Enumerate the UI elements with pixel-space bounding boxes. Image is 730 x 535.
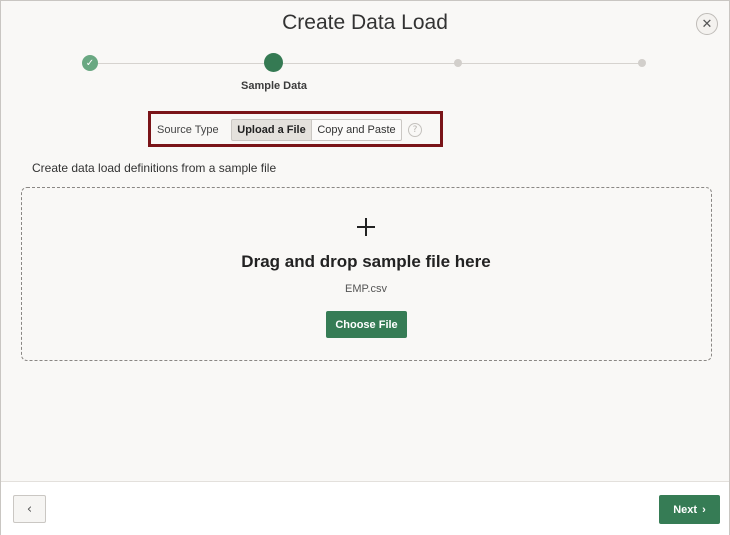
wizard-step-current: [264, 53, 283, 72]
help-icon[interactable]: ?: [408, 123, 422, 137]
wizard-progress-line: [90, 63, 642, 64]
create-data-load-dialog: Create Data Load ✕ ✓ Sample Data Source …: [0, 0, 730, 535]
close-button[interactable]: ✕: [696, 13, 718, 35]
upload-file-option[interactable]: Upload a File: [231, 119, 312, 141]
dropzone-title: Drag and drop sample file here: [241, 252, 491, 271]
source-type-label: Source Type: [157, 124, 219, 136]
plus-icon: [356, 217, 376, 237]
dialog-footer: [1, 481, 729, 535]
selected-file-name: EMP.csv: [345, 283, 387, 295]
back-button[interactable]: ‹: [13, 495, 46, 523]
wizard-step-future: [638, 59, 646, 67]
next-button-label: Next: [673, 503, 698, 516]
wizard-step-future: [454, 59, 462, 67]
description-text: Create data load definitions from a samp…: [32, 161, 277, 175]
dialog-title: Create Data Load: [282, 11, 448, 34]
copy-paste-option[interactable]: Copy and Paste: [312, 119, 402, 141]
wizard-step-complete: ✓: [82, 55, 98, 71]
close-icon: ✕: [701, 16, 713, 32]
chevron-left-icon: ‹: [26, 501, 33, 517]
next-button[interactable]: Next ›: [659, 495, 720, 524]
checkmark-icon: ✓: [85, 57, 95, 69]
choose-file-button[interactable]: Choose File: [326, 311, 407, 338]
wizard-step-label: Sample Data: [240, 80, 308, 92]
chevron-right-icon: ›: [702, 503, 706, 516]
